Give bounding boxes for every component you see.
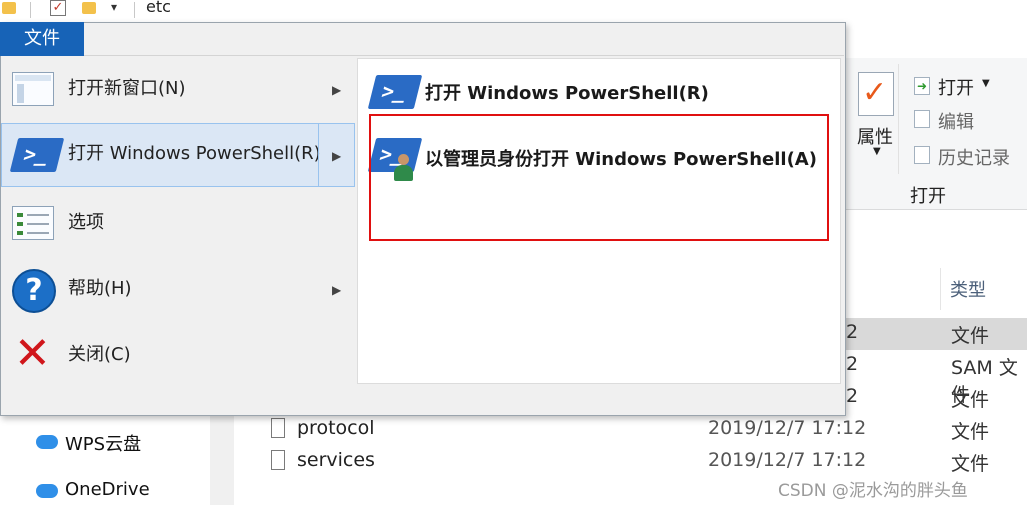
- menu-label: 选项: [68, 212, 104, 233]
- watermark: CSDN @泥水沟的胖头鱼: [778, 481, 968, 501]
- history-clock-icon: [914, 146, 930, 164]
- submenu-arrow-icon: ▶: [332, 283, 342, 297]
- edit-button[interactable]: 编辑: [938, 108, 974, 134]
- open-dropdown-chevron-icon[interactable]: ▼: [982, 78, 990, 89]
- ribbon-group-label: 打开: [910, 186, 946, 207]
- menu-label: 关闭(C): [68, 344, 131, 365]
- file-date: 2019/12/7 17:12: [708, 449, 867, 471]
- open-button[interactable]: 打开: [938, 74, 974, 100]
- menu-label: 打开新窗口(N): [68, 78, 186, 99]
- properties-check-icon: ✓: [862, 75, 888, 110]
- nav-item-wps-cloud[interactable]: WPS云盘: [65, 430, 141, 456]
- file-name[interactable]: services: [297, 449, 375, 471]
- navigation-scrollbar[interactable]: [210, 415, 234, 505]
- help-question-icon: ?: [12, 269, 56, 313]
- menu-label: 帮助(H): [68, 278, 132, 299]
- new-window-icon: [12, 72, 54, 106]
- edit-pencil-icon: [914, 110, 930, 128]
- column-header-type[interactable]: 类型: [950, 276, 986, 302]
- history-button[interactable]: 历史记录: [938, 144, 1010, 170]
- explorer-window: ✓ ▾ etc ✓ 属性 ▼ ➜ 打开 ▼ 编辑 历史记录 打开 类型 2 文件…: [0, 0, 1027, 505]
- file-tab[interactable]: 文件: [0, 22, 84, 56]
- powershell-icon: >_: [367, 75, 423, 109]
- file-name[interactable]: protocol: [297, 417, 375, 439]
- file-icon: [271, 418, 285, 438]
- split-divider: [318, 124, 319, 186]
- properties-check-icon[interactable]: ✓: [50, 0, 66, 16]
- ribbon-divider: [898, 64, 899, 174]
- window-title: etc: [146, 0, 171, 16]
- table-row-selected[interactable]: [846, 318, 1027, 350]
- file-icon: [271, 450, 285, 470]
- customize-toolbar-chevron-icon[interactable]: ▾: [111, 0, 117, 14]
- onedrive-cloud-icon: [36, 484, 58, 498]
- date-cell-tail: 2: [846, 385, 859, 407]
- type-cell: 文件: [951, 389, 990, 411]
- file-type: 文件: [951, 453, 990, 475]
- close-x-icon: ✕: [14, 328, 51, 379]
- submenu-arrow-icon: ▶: [332, 149, 342, 163]
- menu-item-close[interactable]: [1, 322, 355, 386]
- toolbar-divider: [134, 2, 135, 18]
- nav-item-onedrive[interactable]: OneDrive: [65, 479, 150, 500]
- submenu-label: 打开 Windows PowerShell(R): [425, 83, 709, 104]
- highlight-annotation-box: [369, 114, 829, 241]
- menu-item-options[interactable]: [1, 190, 355, 254]
- date-cell-tail: 2: [846, 321, 859, 343]
- toolbar-divider: [30, 2, 31, 18]
- properties-dropdown-chevron-icon[interactable]: ▼: [873, 146, 881, 157]
- menu-tab-strip: [84, 23, 844, 56]
- open-arrow-icon: ➜: [914, 77, 930, 95]
- file-type: 文件: [951, 421, 990, 443]
- options-checklist-icon: [12, 206, 54, 240]
- column-divider[interactable]: [940, 268, 941, 310]
- wps-cloud-icon: [36, 435, 58, 449]
- type-cell: 文件: [951, 325, 990, 347]
- powershell-icon: >_: [9, 138, 65, 172]
- menu-label: 打开 Windows PowerShell(R): [68, 143, 321, 164]
- date-cell-tail: 2: [846, 353, 859, 375]
- folder-icon[interactable]: [2, 2, 16, 14]
- file-date: 2019/12/7 17:12: [708, 417, 867, 439]
- new-folder-icon[interactable]: [82, 2, 96, 14]
- submenu-arrow-icon: ▶: [332, 83, 342, 97]
